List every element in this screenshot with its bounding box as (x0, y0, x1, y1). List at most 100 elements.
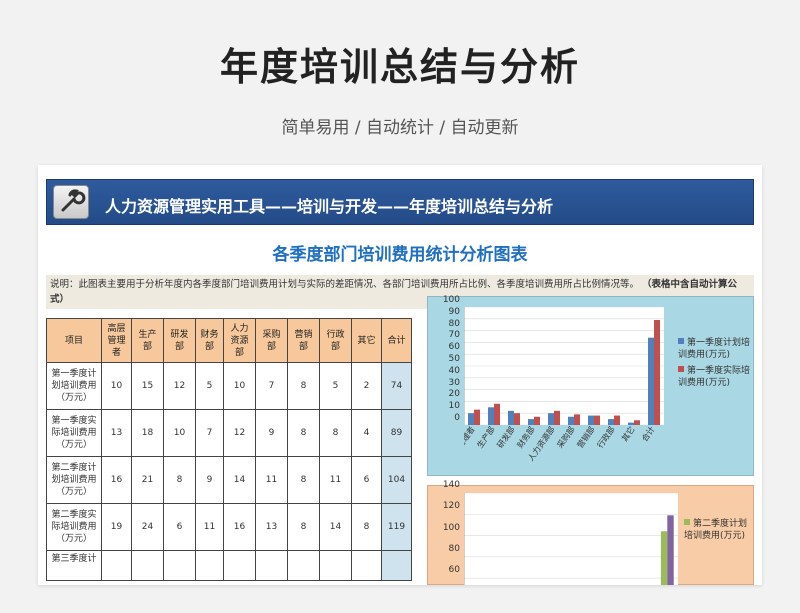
row-label: 第一季度计划培训费用（万元） (46, 362, 102, 410)
bar-actual (514, 413, 520, 425)
table-row: 第二季度计划培训费用（万元） 16 21 8 9 14 11 8 11 6 104 (46, 456, 412, 504)
value-cell[interactable] (101, 550, 132, 581)
value-cell[interactable]: 10 (163, 409, 196, 457)
value-cell[interactable] (195, 550, 224, 581)
bar-plan (468, 413, 474, 425)
value-cell[interactable]: 6 (351, 456, 382, 504)
bar-actual (654, 319, 660, 425)
y-tick-label: 140 (442, 480, 460, 490)
y-tick-label: 40 (448, 365, 460, 376)
value-cell[interactable]: 11 (195, 503, 224, 551)
value-cell[interactable]: 5 (195, 362, 224, 410)
bar-plan (588, 415, 594, 425)
legend-label: 第一季度计划培训费用(万元) (678, 338, 751, 360)
spreadsheet-preview: 人力资源管理实用工具——培训与开发——年度培训总结与分析 各季度部门培训费用统计… (38, 165, 762, 585)
y-tick-label: 10 (448, 401, 460, 412)
value-cell[interactable]: 10 (101, 362, 132, 410)
value-cell[interactable]: 12 (223, 409, 256, 457)
y-tick-label: 80 (448, 543, 460, 554)
value-cell[interactable] (287, 550, 320, 581)
page-title: 年度培训总结与分析 (219, 45, 580, 89)
value-cell[interactable] (351, 550, 382, 581)
value-cell[interactable]: 13 (101, 409, 132, 457)
value-cell[interactable]: 14 (319, 503, 352, 551)
value-cell[interactable]: 24 (131, 503, 164, 551)
legend-item-q1-actual: 第一季度实际培训费用(万元) (678, 365, 752, 389)
value-cell[interactable]: 16 (101, 456, 132, 504)
total-cell[interactable] (381, 550, 412, 581)
legend-item-q1-plan: 第一季度计划培训费用(万元) (678, 337, 752, 361)
value-cell[interactable] (223, 550, 256, 581)
bar-plan (508, 410, 514, 425)
table-header-cell: 项目 (46, 318, 102, 363)
banner-title: 人力资源管理实用工具——培训与开发——年度培训总结与分析 (105, 197, 554, 216)
bar-plan (648, 337, 654, 425)
value-cell[interactable]: 13 (255, 503, 288, 551)
value-cell[interactable]: 2 (351, 362, 382, 410)
y-tick-label: 90 (448, 306, 460, 317)
table-header-cell: 行政部 (319, 318, 352, 363)
plot-area-q2 (464, 493, 678, 585)
value-cell[interactable]: 8 (287, 503, 320, 551)
value-cell[interactable]: 18 (131, 409, 164, 457)
bar-plan (488, 407, 494, 425)
value-cell[interactable]: 8 (287, 362, 320, 410)
row-label: 第一季度实际培训费用（万元） (46, 409, 102, 457)
value-cell[interactable]: 11 (319, 456, 352, 504)
bar-actual (594, 415, 600, 425)
value-cell[interactable]: 8 (287, 409, 320, 457)
value-cell[interactable]: 9 (255, 409, 288, 457)
table-body: 第一季度计划培训费用（万元） 10 15 12 5 10 7 8 5 2 74 第一季度实际培训费用（… (46, 362, 412, 581)
value-cell[interactable]: 7 (255, 362, 288, 410)
value-cell[interactable]: 5 (319, 362, 352, 410)
table-header-cell: 合计 (381, 318, 412, 363)
y-tick-label: 60 (448, 565, 460, 576)
value-cell[interactable]: 10 (223, 362, 256, 410)
value-cell[interactable] (163, 550, 196, 581)
value-cell[interactable]: 19 (101, 503, 132, 551)
total-cell[interactable]: 89 (381, 409, 412, 457)
bar-actual (574, 414, 580, 425)
value-cell[interactable]: 9 (195, 456, 224, 504)
value-cell[interactable] (131, 550, 164, 581)
total-cell[interactable]: 104 (381, 456, 412, 504)
table-header-cell: 生产部 (131, 318, 164, 363)
value-cell[interactable]: 6 (163, 503, 196, 551)
value-cell[interactable]: 14 (223, 456, 256, 504)
cost-table: 项目 高层管理者 生产部 研发部 财务部 人力资源部 采购部 营销部 行政部 其它 合计 第一季度计… (46, 318, 412, 581)
x-tick-label: 其它 (619, 425, 636, 443)
plot-area-q1 (464, 307, 664, 425)
value-cell[interactable] (319, 550, 352, 581)
value-cell[interactable]: 8 (287, 456, 320, 504)
x-tick-label: 合计 (639, 425, 656, 443)
y-tick-label: 120 (442, 501, 460, 512)
value-cell[interactable]: 16 (223, 503, 256, 551)
value-cell[interactable]: 15 (131, 362, 164, 410)
total-cell[interactable]: 74 (381, 362, 412, 410)
table-row: 第一季度计划培训费用（万元） 10 15 12 5 10 7 8 5 2 74 (46, 362, 412, 410)
value-cell[interactable]: 12 (163, 362, 196, 410)
x-tick-label: 高层管理者 (464, 425, 477, 463)
bar-actual (534, 416, 540, 425)
legend-swatch (678, 366, 684, 372)
bar-actual (554, 410, 560, 425)
y-tick-label: 100 (442, 295, 460, 305)
table-header-cell: 其它 (351, 318, 382, 363)
value-cell[interactable] (255, 550, 288, 581)
x-tick-label: 采购部 (555, 425, 577, 450)
y-tick-label: 100 (442, 522, 460, 533)
value-cell[interactable]: 4 (351, 409, 382, 457)
table-row: 第三季度计 (46, 550, 412, 581)
bar-plan (548, 413, 554, 425)
legend-q1: 第一季度计划培训费用(万元) 第一季度实际培训费用(万元) (678, 337, 752, 389)
total-cell[interactable]: 119 (381, 503, 412, 551)
value-cell[interactable]: 21 (131, 456, 164, 504)
legend-label: 第一季度实际培训费用(万元) (678, 366, 751, 388)
value-cell[interactable]: 7 (195, 409, 224, 457)
value-cell[interactable]: 8 (351, 503, 382, 551)
value-cell[interactable]: 8 (319, 409, 352, 457)
value-cell[interactable]: 11 (255, 456, 288, 504)
y-tick-label: 80 (448, 318, 460, 329)
value-cell[interactable]: 8 (163, 456, 196, 504)
x-tick-label: 行政部 (595, 425, 617, 450)
